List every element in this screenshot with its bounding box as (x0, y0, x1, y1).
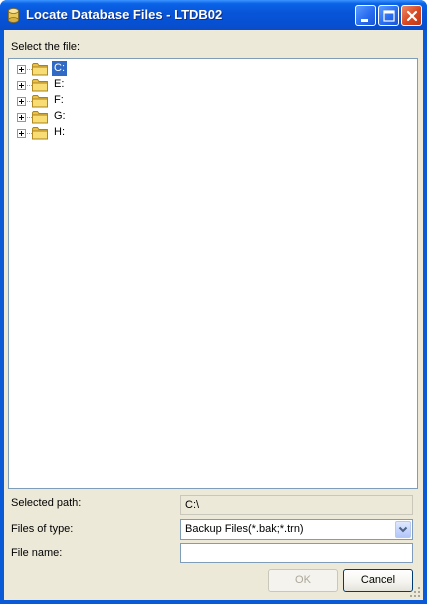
resize-grip-icon[interactable] (409, 586, 421, 598)
tree-item-c[interactable]: C: (9, 61, 209, 77)
maximize-icon (383, 10, 395, 22)
title-bar[interactable]: Locate Database Files - LTDB02 (0, 0, 427, 30)
tree-item-g[interactable]: G: (9, 109, 209, 125)
expand-icon[interactable] (17, 113, 26, 122)
expand-icon[interactable] (17, 97, 26, 106)
minimize-icon (361, 19, 368, 22)
dialog-window: Locate Database Files - LTDB02 Select th… (0, 0, 427, 604)
dropdown-button[interactable] (395, 521, 411, 538)
selected-path-value: C:\ (185, 499, 200, 511)
selected-path-label: Selected path: (11, 497, 82, 509)
chevron-down-icon (398, 526, 408, 533)
folder-icon (32, 111, 48, 124)
selected-path-field: C:\ (180, 495, 413, 515)
folder-icon (32, 79, 48, 92)
folder-icon (32, 63, 48, 76)
tree-item-e[interactable]: E: (9, 77, 209, 93)
cancel-button[interactable]: Cancel (343, 569, 413, 592)
maximize-button[interactable] (378, 5, 399, 26)
dialog-body: Select the file: C: E: F: G: H: Selected… (4, 30, 423, 600)
window-title: Locate Database Files - LTDB02 (26, 7, 223, 22)
ok-button[interactable]: OK (268, 569, 338, 592)
tree-item-h[interactable]: H: (9, 125, 209, 141)
file-name-label: File name: (11, 547, 63, 559)
files-of-type-value: Backup Files(*.bak;*.trn) (185, 523, 304, 535)
tree-item-label: H: (54, 126, 65, 138)
database-icon (8, 8, 19, 23)
select-file-label: Select the file: (11, 41, 81, 53)
tree-item-label: E: (54, 78, 65, 90)
folder-icon (32, 127, 48, 140)
close-button[interactable] (401, 5, 422, 26)
file-name-input[interactable] (180, 543, 413, 563)
tree-item-f[interactable]: F: (9, 93, 209, 109)
minimize-button[interactable] (355, 5, 376, 26)
files-of-type-label: Files of type: (11, 523, 74, 535)
close-icon (406, 10, 418, 22)
tree-item-label: G: (54, 110, 66, 122)
expand-icon[interactable] (17, 65, 26, 74)
expand-icon[interactable] (17, 129, 26, 138)
tree-item-label: F: (54, 94, 64, 106)
file-tree[interactable]: C: E: F: G: H: (8, 58, 418, 489)
folder-icon (32, 95, 48, 108)
expand-icon[interactable] (17, 81, 26, 90)
tree-item-label: C: (52, 61, 67, 76)
files-of-type-select[interactable]: Backup Files(*.bak;*.trn) (180, 519, 413, 540)
